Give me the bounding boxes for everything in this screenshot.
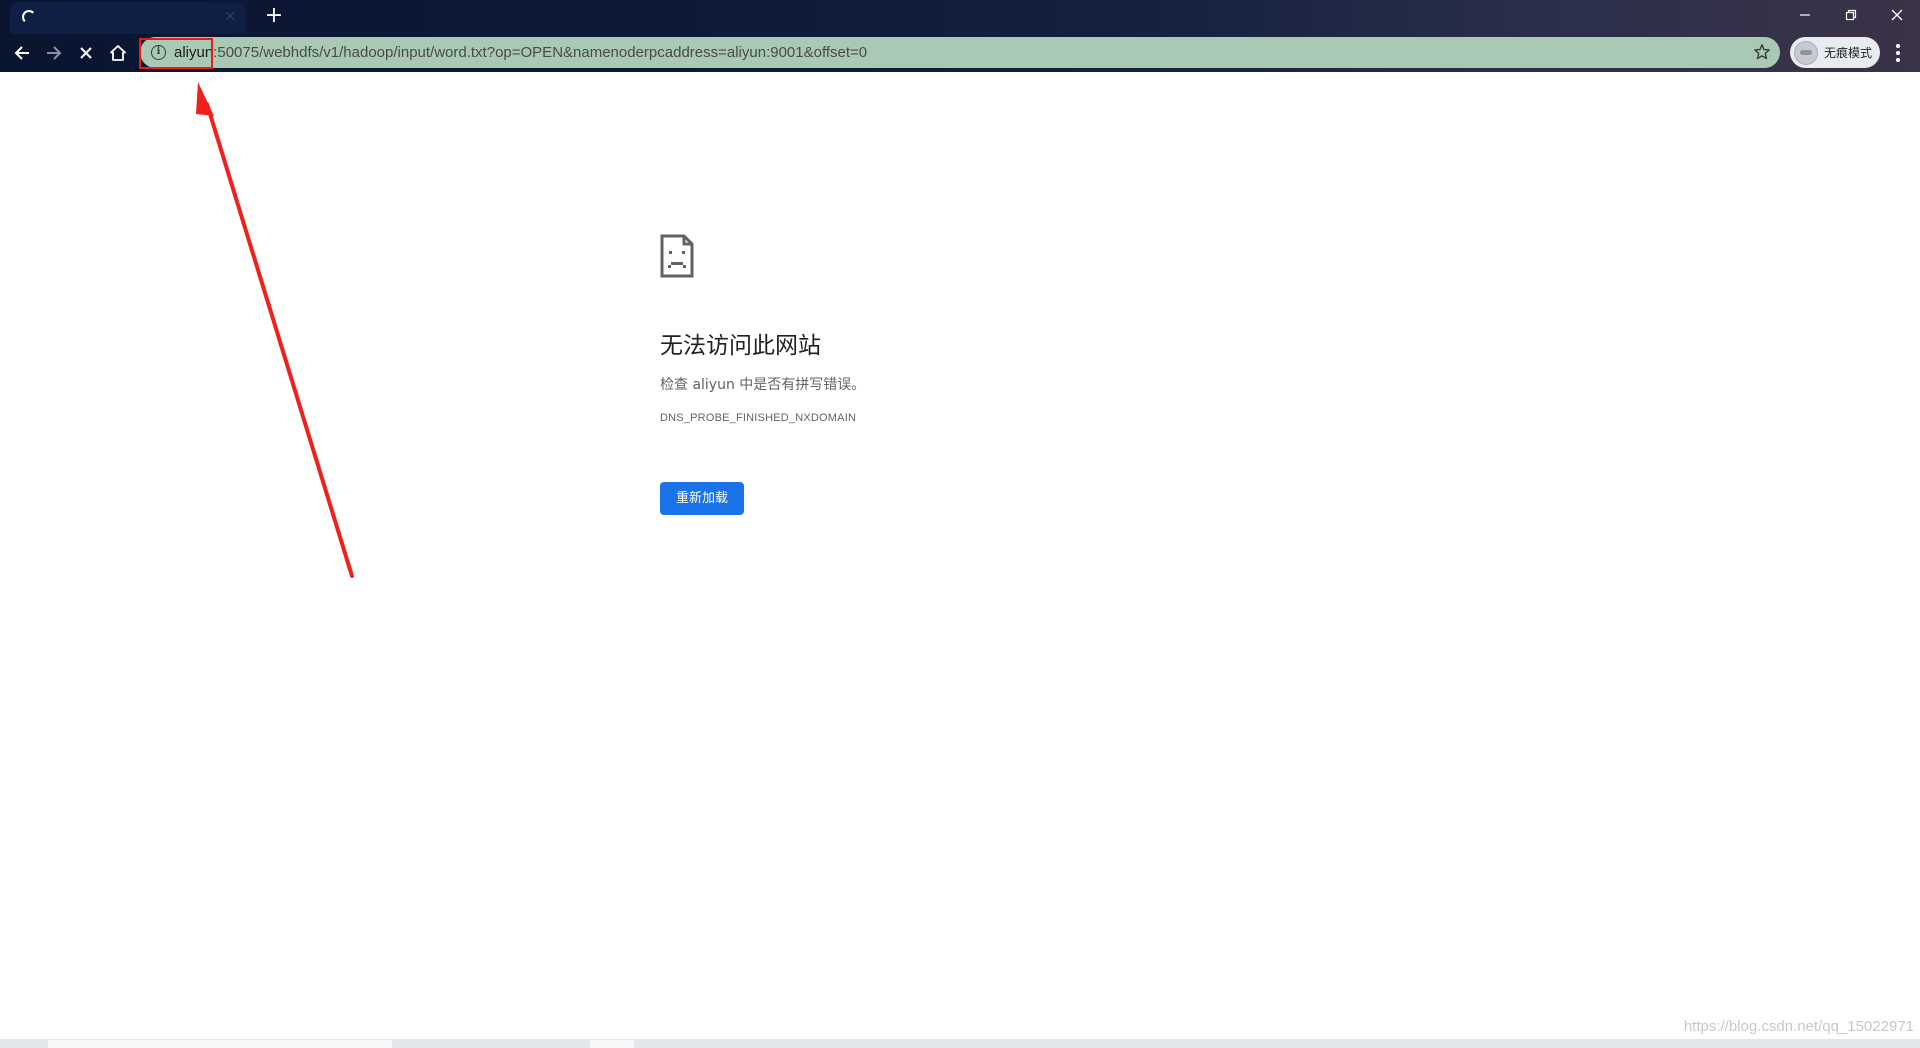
forward-icon[interactable]: [40, 39, 68, 67]
sad-page-icon: [660, 234, 694, 278]
bottom-segment: [590, 1040, 634, 1048]
annotation-arrow: [196, 82, 354, 578]
incognito-profile-button[interactable]: 无痕模式: [1790, 37, 1880, 68]
incognito-label: 无痕模式: [1824, 46, 1873, 60]
bottom-segment: [48, 1040, 392, 1048]
url-path: :50075/webhdfs/v1/hadoop/input/word.txt?…: [213, 44, 868, 61]
star-icon[interactable]: [1753, 43, 1771, 61]
error-detail: 检查 aliyun 中是否有拼写错误。: [660, 377, 866, 393]
reload-button[interactable]: 重新加载: [660, 482, 744, 515]
minimize-icon[interactable]: [1782, 0, 1828, 30]
browser-toolbar: i aliyun:50075/webhdfs/v1/hadoop/input/w…: [0, 34, 1920, 72]
window-controls: [1782, 0, 1920, 30]
url-host: aliyun: [174, 44, 214, 61]
home-icon[interactable]: [104, 39, 132, 67]
watermark: https://blog.csdn.net/qq_15022971: [1683, 1018, 1914, 1035]
more-menu-icon[interactable]: [1888, 41, 1908, 65]
loading-spinner-icon: [22, 10, 36, 24]
active-tab[interactable]: ✕: [10, 2, 246, 34]
address-bar[interactable]: i aliyun:50075/webhdfs/v1/hadoop/input/w…: [140, 37, 1780, 68]
info-icon[interactable]: i: [151, 45, 166, 60]
tab-close-icon[interactable]: ✕: [224, 9, 236, 25]
back-icon[interactable]: [8, 39, 36, 67]
restore-icon[interactable]: [1828, 0, 1874, 30]
browser-chrome: ✕ + i aliyun:50075/webhdfs/v1/hadoop/inp…: [0, 0, 1920, 72]
stop-loading-icon[interactable]: [72, 39, 100, 67]
error-code: DNS_PROBE_FINISHED_NXDOMAIN: [660, 412, 857, 424]
error-title: 无法访问此网站: [660, 333, 821, 359]
tab-strip: ✕ +: [0, 0, 1920, 34]
incognito-avatar-icon: [1794, 40, 1818, 65]
close-icon[interactable]: [1874, 0, 1920, 30]
new-tab-button[interactable]: +: [262, 4, 286, 28]
url-text[interactable]: aliyun:50075/webhdfs/v1/hadoop/input/wor…: [174, 37, 867, 68]
